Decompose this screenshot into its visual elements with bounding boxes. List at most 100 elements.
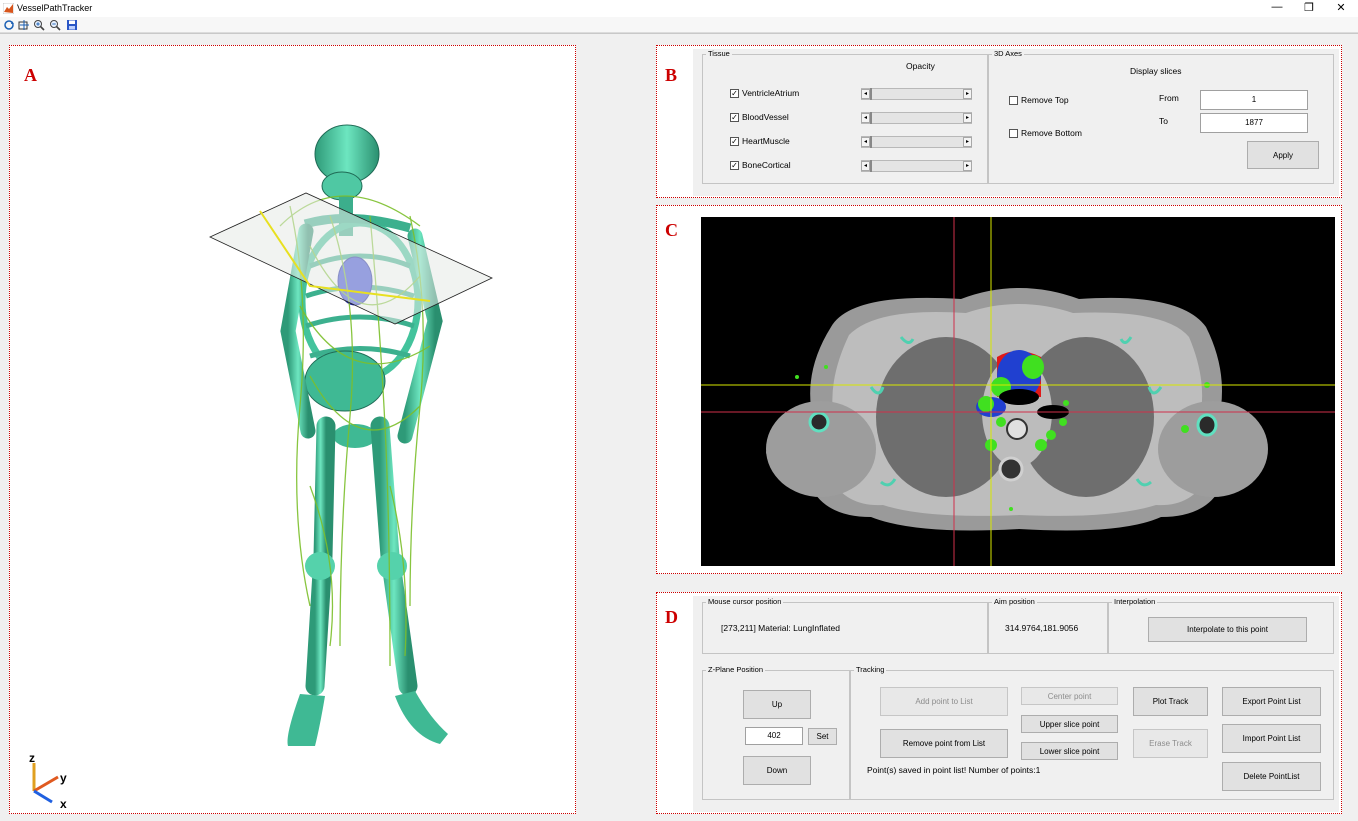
data-cursor-icon[interactable]	[18, 19, 30, 31]
remove-point-button[interactable]: Remove point from List	[880, 729, 1008, 758]
axis-z-label: z	[29, 751, 35, 765]
tracking-controls-panel: D Mouse cursor position [273,211] Materi…	[656, 592, 1342, 814]
upper-slice-point-button[interactable]: Upper slice point	[1021, 715, 1118, 733]
blood-vessel-label: BloodVessel	[742, 112, 789, 122]
region-label-a: A	[24, 65, 37, 85]
mouse-cursor-group: Mouse cursor position [273,211] Material…	[702, 597, 988, 654]
z-plane-input[interactable]: 402	[745, 727, 803, 745]
from-slice-input[interactable]: 1	[1200, 90, 1308, 110]
tracking-group-title: Tracking	[854, 665, 887, 674]
apply-button[interactable]: Apply	[1247, 141, 1319, 169]
tracking-status-text: Point(s) saved in point list! Number of …	[867, 765, 1041, 775]
volume-view-panel[interactable]: z y x A	[9, 45, 576, 814]
blood-vessel-opacity-slider[interactable]: ◂ ▸	[861, 112, 972, 124]
bone-cortical-label: BoneCortical	[742, 160, 791, 170]
slider-right-arrow-icon[interactable]: ▸	[963, 137, 972, 147]
tracking-group: Tracking Add point to List Remove point …	[850, 665, 1334, 800]
z-down-button[interactable]: Down	[743, 756, 811, 785]
window-title: VesselPathTracker	[17, 3, 93, 13]
axis-y-label: y	[60, 771, 67, 785]
z-up-button[interactable]: Up	[743, 690, 811, 719]
slider-left-arrow-icon[interactable]: ◂	[861, 89, 870, 99]
matlab-app-icon	[3, 3, 14, 14]
axes-triad: z y x	[29, 751, 67, 811]
heart-muscle-checkbox[interactable]: ✓	[730, 136, 739, 146]
zoom-out-icon[interactable]	[49, 19, 61, 31]
export-point-list-button[interactable]: Export Point List	[1222, 687, 1321, 716]
slider-left-arrow-icon[interactable]: ◂	[861, 161, 870, 171]
heart-muscle-opacity-slider[interactable]: ◂ ▸	[861, 136, 972, 148]
window-titlebar: VesselPathTracker — ❐ ✕	[0, 0, 1358, 17]
z-plane-group: Z-Plane Position Up 402 Set Down	[702, 665, 850, 800]
interpolate-button[interactable]: Interpolate to this point	[1148, 617, 1307, 642]
slider-left-arrow-icon[interactable]: ◂	[861, 113, 870, 123]
ct-slice-image[interactable]	[701, 217, 1335, 566]
remove-top-row: Remove Top	[1009, 95, 1069, 105]
slider-right-arrow-icon[interactable]: ▸	[963, 113, 972, 123]
lower-slice-point-button[interactable]: Lower slice point	[1021, 742, 1118, 760]
mouse-cursor-value: [273,211] Material: LungInflated	[721, 623, 840, 633]
tissue-group-title: Tissue	[706, 49, 732, 58]
bone-cortical-checkbox[interactable]: ✓	[730, 160, 739, 170]
axis-x-label: x	[60, 797, 67, 811]
body-cross-section	[766, 288, 1268, 531]
display-slices-label: Display slices	[1130, 66, 1182, 76]
volume-rendering[interactable]: z y x	[10, 46, 575, 813]
controls-background: Tissue Opacity ✓ VentricleAtrium ◂ ▸ ✓ B…	[693, 49, 1339, 196]
slider-thumb[interactable]	[870, 88, 872, 100]
delete-point-list-button[interactable]: Delete PointList	[1222, 762, 1321, 791]
aim-position-group-title: Aim position	[992, 597, 1037, 606]
add-point-button[interactable]: Add point to List	[880, 687, 1008, 716]
slider-right-arrow-icon[interactable]: ▸	[963, 89, 972, 99]
slider-thumb[interactable]	[870, 112, 872, 124]
remove-bottom-row: Remove Bottom	[1009, 128, 1082, 138]
opacity-label: Opacity	[906, 61, 935, 71]
rotate-icon[interactable]	[3, 19, 15, 31]
interpolation-group: Interpolation Interpolate to this point	[1108, 597, 1334, 654]
aim-position-value: 314.9764,181.9056	[1005, 623, 1079, 633]
remove-bottom-label: Remove Bottom	[1021, 128, 1082, 138]
tissue-row-ventricle-atrium: ✓ VentricleAtrium	[730, 88, 799, 98]
remove-bottom-checkbox[interactable]	[1009, 128, 1018, 138]
minimize-icon[interactable]: —	[1266, 1, 1288, 13]
axes-3d-group: 3D Axes Display slices Remove Top Remove…	[988, 49, 1334, 184]
skeleton-render	[209, 124, 493, 746]
mouse-cursor-group-title: Mouse cursor position	[706, 597, 784, 606]
axes-3d-group-title: 3D Axes	[992, 49, 1024, 58]
slider-right-arrow-icon[interactable]: ▸	[963, 161, 972, 171]
figure-toolbar	[0, 17, 1358, 33]
slider-left-arrow-icon[interactable]: ◂	[861, 137, 870, 147]
zoom-in-icon[interactable]	[33, 19, 45, 31]
interpolation-group-title: Interpolation	[1112, 597, 1158, 606]
ventricle-atrium-opacity-slider[interactable]: ◂ ▸	[861, 88, 972, 100]
z-set-button[interactable]: Set	[808, 728, 837, 745]
center-point-button[interactable]: Center point	[1021, 687, 1118, 705]
ventricle-atrium-label: VentricleAtrium	[742, 88, 800, 98]
region-label-b: B	[665, 65, 678, 85]
slider-thumb[interactable]	[870, 160, 872, 172]
blood-vessel-checkbox[interactable]: ✓	[730, 112, 739, 122]
aim-position-group: Aim position 314.9764,181.9056	[988, 597, 1108, 654]
tracking-background: Mouse cursor position [273,211] Material…	[693, 596, 1339, 812]
remove-top-label: Remove Top	[1021, 95, 1069, 105]
save-icon[interactable]	[66, 19, 78, 31]
ventricle-atrium-checkbox[interactable]: ✓	[730, 88, 739, 98]
close-icon[interactable]: ✕	[1330, 1, 1352, 14]
region-label-d: D	[665, 607, 678, 627]
heart-muscle-label: HeartMuscle	[742, 136, 790, 146]
toolbar-separator	[0, 33, 1358, 34]
remove-top-checkbox[interactable]	[1009, 95, 1018, 105]
region-label-c: C	[665, 220, 678, 240]
import-point-list-button[interactable]: Import Point List	[1222, 724, 1321, 753]
plot-track-button[interactable]: Plot Track	[1133, 687, 1208, 716]
to-slice-input[interactable]: 1877	[1200, 113, 1308, 133]
erase-track-button[interactable]: Erase Track	[1133, 729, 1208, 758]
z-plane-group-title: Z-Plane Position	[706, 665, 766, 674]
tissue-row-bone-cortical: ✓ BoneCortical	[730, 160, 791, 170]
restore-icon[interactable]: ❐	[1298, 1, 1320, 14]
tissue-controls-panel: B Tissue Opacity ✓ VentricleAtrium ◂ ▸ ✓…	[656, 45, 1342, 198]
tissue-row-blood-vessel: ✓ BloodVessel	[730, 112, 789, 122]
bone-cortical-opacity-slider[interactable]: ◂ ▸	[861, 160, 972, 172]
slice-view-panel[interactable]: C	[656, 205, 1342, 574]
slider-thumb[interactable]	[870, 136, 872, 148]
